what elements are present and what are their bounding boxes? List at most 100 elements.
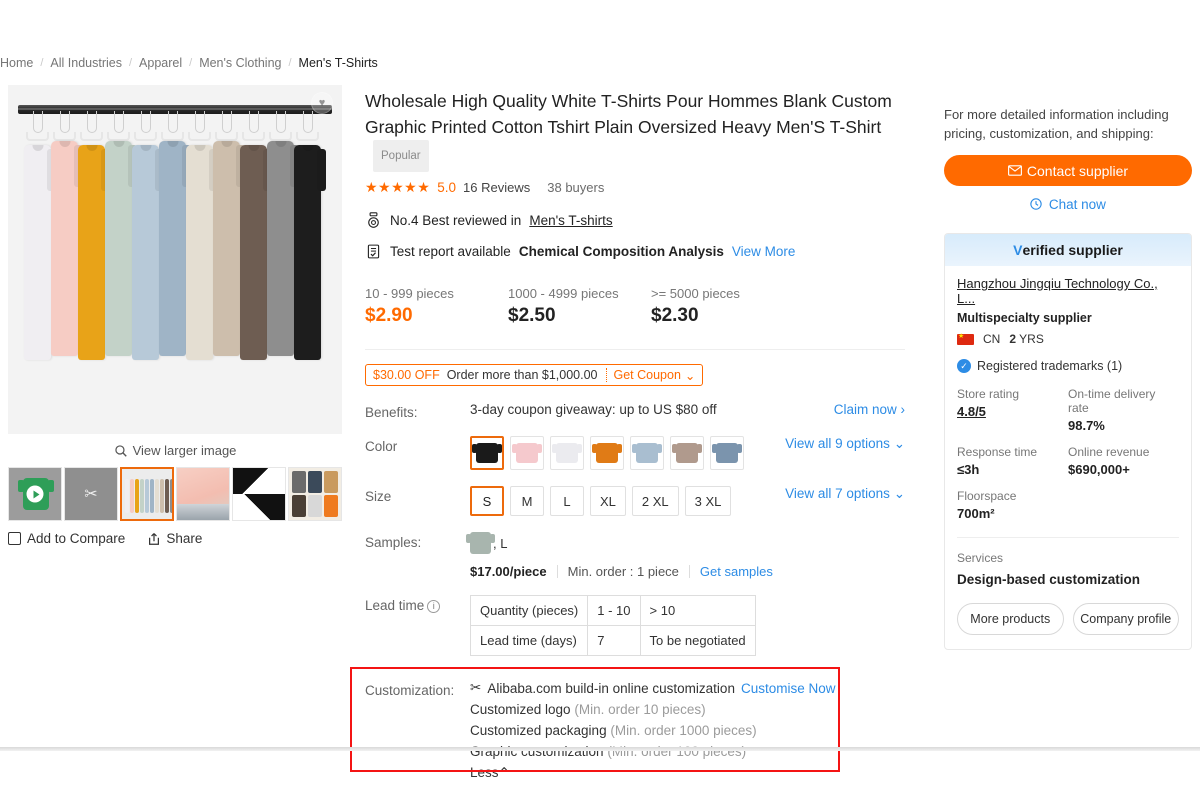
breadcrumb-separator: / [189, 57, 193, 69]
stat-label: Store rating [957, 387, 1020, 401]
size-option-l[interactable]: L [550, 486, 584, 516]
country-code: CN [983, 332, 1001, 346]
size-option-s[interactable]: S [470, 486, 504, 516]
tshirt-swatch-shape [712, 443, 742, 463]
verified-supplier-label: erified supplier [1022, 242, 1123, 258]
hanger-icon [86, 111, 97, 133]
divider [957, 537, 1179, 538]
page-title: Wholesale High Quality White T-Shirts Po… [365, 88, 905, 172]
collage-cell [324, 471, 338, 493]
breadcrumb-item-home[interactable]: Home [0, 56, 33, 70]
buyers-count: 38 buyers [547, 180, 605, 195]
hanger-icon [275, 111, 286, 133]
medal-icon [368, 212, 379, 228]
test-report-view-more-link[interactable]: View More [732, 244, 796, 259]
thumbnail-packaging-collage[interactable] [288, 467, 342, 521]
color-swatch-orange[interactable] [590, 436, 624, 470]
rating-stars: ★★★★★ [365, 179, 431, 195]
chevron-up-icon: ⌃ [498, 765, 510, 780]
size-option-2xl[interactable]: 2 XL [631, 486, 679, 516]
color-swatch-slate-blue[interactable] [710, 436, 744, 470]
thumbnail-video[interactable] [8, 467, 62, 521]
color-label: Color [365, 439, 398, 454]
thumbnail-fabric-detail[interactable] [232, 467, 286, 521]
hanging-tshirt [78, 111, 105, 360]
sample-variant: , L [493, 535, 508, 551]
thumbnail-shirts-on-rack[interactable] [120, 467, 174, 521]
hanger-icon [194, 111, 205, 133]
customization-section: Customization: ✂ Alibaba.com build-in on… [350, 667, 905, 781]
reviews-link[interactable]: 16 Reviews [463, 180, 530, 195]
stat-on-time-delivery: On-time delivery rate 98.7% [1068, 387, 1179, 433]
stat-value[interactable]: 4.8/5 [957, 404, 1068, 419]
size-option-xl[interactable]: XL [590, 486, 626, 516]
main-product-image[interactable]: ♥ [8, 85, 342, 434]
get-coupon-button[interactable]: Get Coupon ⌄ [607, 368, 703, 383]
claim-now-link[interactable]: Claim now › [834, 402, 905, 417]
breadcrumb-item-apparel[interactable]: Apparel [139, 56, 182, 70]
samples-row: Samples: , L $17.00/piece Min. order : 1… [365, 532, 905, 579]
color-swatch-pink[interactable] [510, 436, 544, 470]
thumbnail-customization[interactable]: ✂ [64, 467, 118, 521]
hanger-icon [221, 111, 232, 133]
heart-icon[interactable]: ♥ [311, 92, 333, 114]
tshirt-body [24, 145, 51, 360]
lead-time-row: Lead time i Quantity (pieces) 1 - 10 > 10… [365, 595, 905, 656]
years-unit: YRS [1019, 332, 1044, 346]
hanger-bar [26, 132, 49, 141]
hanging-tshirt [24, 111, 51, 360]
view-larger-image-label: View larger image [132, 443, 237, 458]
share-icon [149, 532, 160, 545]
hanger-icon [248, 111, 259, 133]
share-button[interactable]: Share [147, 531, 202, 546]
info-icon[interactable]: i [427, 599, 441, 613]
stat-label: Online revenue [1068, 445, 1150, 459]
collage-cells [292, 471, 338, 517]
view-all-sizes-link[interactable]: View all 7 options ⌄ [785, 486, 905, 502]
stat-floorspace: Floorspace 700m² [957, 489, 1068, 521]
divider [365, 349, 905, 350]
breadcrumb-item-mens-clothing[interactable]: Men's Clothing [199, 56, 281, 70]
stat-store-rating: Store rating 4.8/5 [957, 387, 1068, 433]
get-samples-link[interactable]: Get samples [700, 564, 773, 579]
checkbox-box [8, 532, 21, 545]
breadcrumb-separator: / [288, 57, 292, 69]
sample-min-order: Min. order : 1 piece [567, 564, 679, 579]
company-profile-button[interactable]: Company profile [1072, 603, 1179, 635]
tshirt-swatch-shape [472, 443, 502, 463]
color-swatch-white[interactable] [550, 436, 584, 470]
sample-tshirt-thumbnail[interactable] [466, 532, 495, 554]
breadcrumb-item-all-industries[interactable]: All Industries [50, 56, 122, 70]
size-option-3xl[interactable]: 3 XL [684, 486, 732, 516]
collage-cell [308, 471, 322, 493]
color-swatch-light-blue[interactable] [630, 436, 664, 470]
add-to-compare-checkbox[interactable]: Add to Compare [8, 531, 125, 546]
hanging-tshirt [105, 111, 132, 356]
less-toggle-button[interactable]: Less⌃ [470, 765, 905, 781]
thumbnail-pink-shirt-detail[interactable] [176, 467, 230, 521]
tshirt-body [186, 145, 213, 360]
customise-now-link[interactable]: Customise Now [741, 681, 836, 696]
hanger-icon [302, 111, 313, 133]
customization-label: Customization: [365, 683, 455, 698]
supplier-name-link[interactable]: Hangzhou Jingqiu Technology Co., L... [957, 276, 1179, 306]
more-products-button[interactable]: More products [957, 603, 1064, 635]
size-option-m[interactable]: M [510, 486, 544, 516]
coupon-condition: Order more than $1,000.00 [446, 368, 598, 382]
color-swatch-taupe[interactable] [670, 436, 704, 470]
chat-now-button[interactable]: Chat now [944, 197, 1192, 212]
color-swatch-black[interactable] [470, 436, 504, 470]
view-all-colors-link[interactable]: View all 9 options ⌄ [785, 436, 905, 452]
customization-option-name: Customized logo [470, 702, 571, 717]
view-larger-image-button[interactable]: View larger image [8, 443, 342, 458]
page-bottom-divider [0, 747, 1200, 751]
customization-option-min: (Min. order 10 pieces) [574, 702, 706, 717]
coupon-banner[interactable]: $30.00 OFF Order more than $1,000.00 Get… [365, 364, 704, 386]
sidebar: For more detailed information including … [944, 105, 1192, 650]
best-reviewed-category-link[interactable]: Men's T-shirts [529, 213, 612, 228]
hanger-bar [80, 132, 103, 141]
tshirt-body [240, 145, 267, 360]
play-icon [26, 485, 44, 503]
supplier-card-buttons: More products Company profile [957, 603, 1179, 635]
contact-supplier-button[interactable]: Contact supplier [944, 155, 1192, 186]
